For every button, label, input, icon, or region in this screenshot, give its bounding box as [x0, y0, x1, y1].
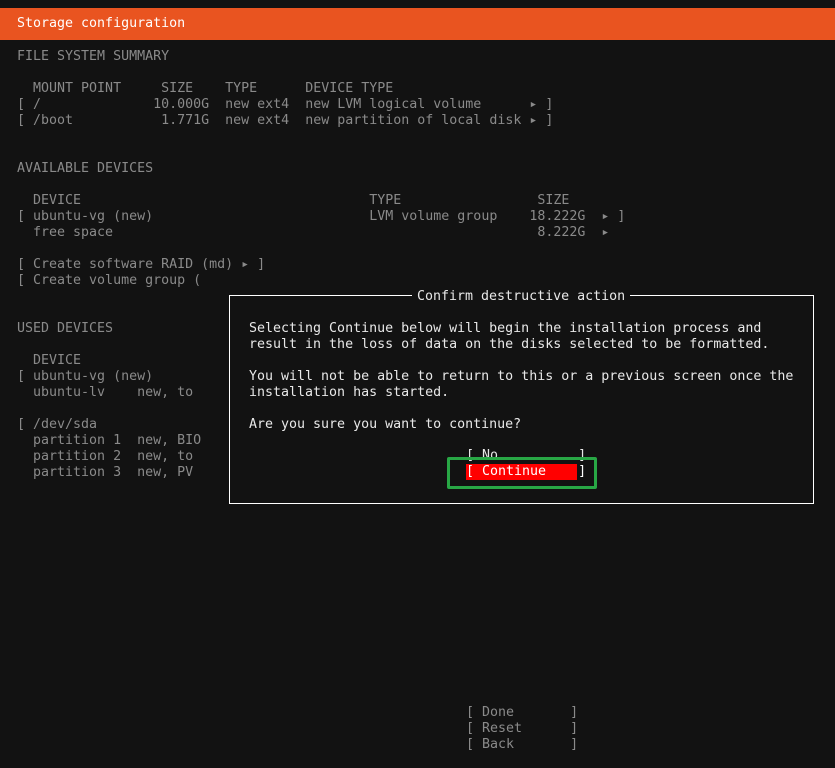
dialog-text-line-3: You will not be able to return to this o… [249, 369, 794, 384]
used-device-row-partition-2: partition 2 new, to [17, 449, 194, 464]
dialog-text-line-1: Selecting Continue below will begin the … [249, 321, 762, 336]
reset-button[interactable]: [ Reset ] [466, 721, 578, 737]
dialog-question: Are you sure you want to continue? [249, 417, 522, 432]
back-button[interactable]: [ Back ] [466, 737, 578, 753]
dialog-text-line-2: result in the loss of data on the disks … [249, 337, 770, 352]
fs-summary-row-root[interactable]: [ / 10.000G new ext4 new LVM logical vol… [17, 97, 553, 113]
used-device-row-ubuntu-lv: ubuntu-lv new, to [17, 385, 194, 400]
dialog-text-line-4: installation has started. [249, 385, 450, 400]
fs-summary-heading: FILE SYSTEM SUMMARY [17, 49, 170, 64]
done-button[interactable]: [ Done ] [466, 705, 578, 721]
highlight-box [447, 457, 597, 489]
used-devices-heading: USED DEVICES [17, 321, 114, 336]
top-strip [0, 0, 835, 8]
create-volume-group-button[interactable]: [ Create volume group ( [17, 273, 201, 289]
used-device-row-dev-sda[interactable]: [ /dev/sda [17, 417, 97, 433]
used-device-row-ubuntu-vg[interactable]: [ ubuntu-vg (new) [17, 369, 153, 385]
used-device-row-partition-3: partition 3 new, PV [17, 465, 194, 480]
title-bar: Storage configuration [0, 8, 835, 40]
create-raid-button[interactable]: [ Create software RAID (md) ▸ ] [17, 257, 265, 273]
used-devices-header: DEVICE [17, 353, 82, 368]
fs-summary-header: MOUNT POINT SIZE TYPE DEVICE TYPE [17, 81, 394, 96]
used-device-row-partition-1: partition 1 new, BIO [17, 433, 202, 448]
available-device-row-free-space[interactable]: free space 8.222G ▸ [17, 225, 609, 241]
window-title: Storage configuration [17, 16, 186, 31]
available-devices-header: DEVICE TYPE SIZE [17, 193, 570, 208]
available-device-row-ubuntu-vg[interactable]: [ ubuntu-vg (new) LVM volume group 18.22… [17, 209, 625, 225]
available-devices-heading: AVAILABLE DEVICES [17, 161, 154, 176]
dialog-title: Confirm destructive action [412, 289, 631, 305]
fs-summary-row-boot[interactable]: [ /boot 1.771G new ext4 new partition of… [17, 113, 553, 129]
